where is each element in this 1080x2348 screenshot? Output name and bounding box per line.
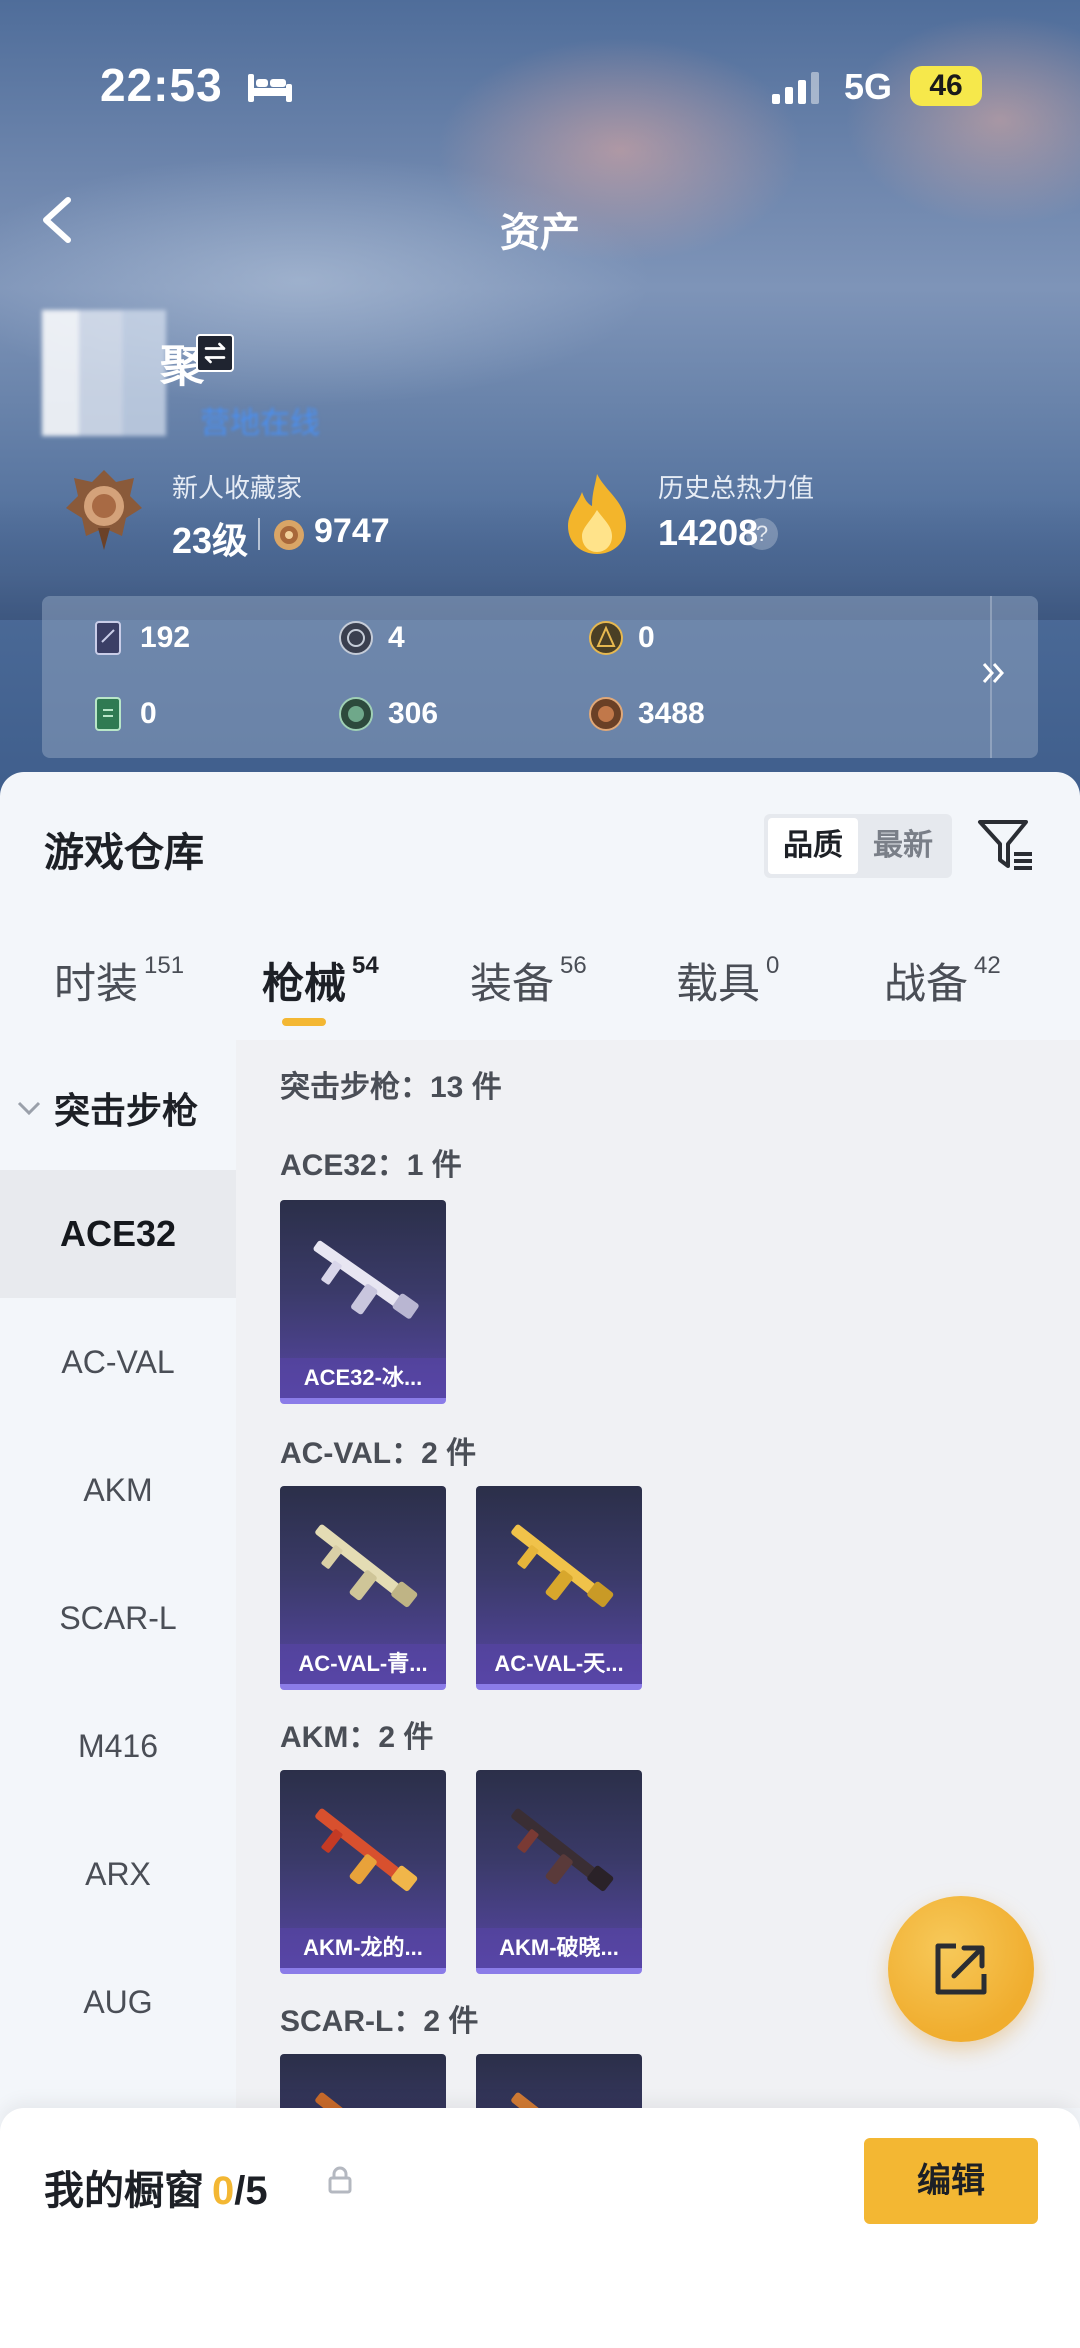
tab-vehicles[interactable]: 载具 0 — [676, 950, 779, 1010]
category-header[interactable]: 突击步枪 — [16, 1082, 198, 1134]
edit-button[interactable]: 编辑 — [864, 2138, 1038, 2224]
collection-coin-icon — [274, 520, 304, 550]
item-name: ACE32-冰... — [280, 1358, 446, 1398]
currency-item: 4 — [338, 618, 405, 658]
showcase-title: 我的橱窗 — [44, 2169, 204, 2213]
fire-icon — [568, 474, 626, 554]
item-name: AKM-龙的... — [280, 1928, 446, 1968]
category-item-arx[interactable]: ARX — [0, 1810, 236, 1938]
gold-coin-icon — [589, 621, 623, 655]
switch-account-icon[interactable] — [196, 334, 234, 372]
tab-label: 载具 — [676, 960, 761, 1007]
help-icon[interactable]: ? — [746, 518, 778, 550]
filter-icon[interactable] — [976, 816, 1034, 872]
item-name: AC-VAL-天... — [476, 1644, 642, 1684]
currency-value: 3488 — [638, 697, 705, 730]
rank-points: 9747 — [314, 512, 390, 550]
tab-count: 54 — [352, 952, 379, 979]
tab-weapons[interactable]: 枪械 54 — [262, 950, 379, 1010]
category-item-m416[interactable]: M416 — [0, 1682, 236, 1810]
tab-indicator — [282, 1018, 326, 1026]
currency-panel[interactable] — [42, 596, 1038, 758]
currency-value: 0 — [140, 697, 157, 730]
currency-item: 3488 — [588, 694, 705, 734]
tab-label: 时装 — [54, 960, 139, 1007]
rifle-icon — [315, 1808, 418, 1892]
item-card[interactable]: ACE32-冰... — [280, 1200, 446, 1404]
tab-equipment[interactable]: 装备 56 — [470, 950, 587, 1010]
sort-quality-button[interactable]: 品质 — [768, 818, 858, 874]
item-card[interactable]: AKM-龙的... — [280, 1770, 446, 1974]
battery-indicator: 46 — [910, 66, 982, 106]
currency-value: 0 — [638, 621, 655, 654]
tab-label: 装备 — [470, 960, 555, 1007]
category-item-akm[interactable]: AKM — [0, 1426, 236, 1554]
lock-icon — [328, 2166, 352, 2194]
tab-count: 0 — [766, 952, 780, 979]
tab-count: 151 — [144, 952, 185, 979]
currency-value: 192 — [140, 621, 191, 654]
section-label: AKM：2 件 — [280, 1721, 434, 1754]
green-coin-icon — [339, 697, 373, 731]
share-icon — [935, 1943, 987, 1995]
warehouse-title: 游戏仓库 — [44, 831, 204, 875]
sort-toggle: 品质 最新 — [764, 814, 952, 878]
section-label: AC-VAL：2 件 — [280, 1437, 477, 1470]
rifle-icon — [313, 1240, 419, 1319]
currency-item: 192 — [90, 618, 190, 658]
rifle-icon — [315, 1524, 418, 1608]
tab-count: 56 — [560, 952, 587, 979]
page-title: 资产 — [500, 211, 580, 255]
item-name: AC-VAL-青... — [280, 1644, 446, 1684]
category-header-label: 突击步枪 — [54, 1090, 199, 1131]
heat-title: 历史总热力值 — [658, 473, 815, 503]
sort-newest-button[interactable]: 最新 — [858, 818, 948, 874]
bronze-coin-icon — [589, 697, 623, 731]
currency-item: 0 — [588, 618, 655, 658]
silver-coin-icon — [339, 621, 373, 655]
rifle-icon — [511, 1808, 614, 1892]
rifle-icon — [511, 1524, 614, 1608]
tab-fashion[interactable]: 时装 151 — [54, 950, 184, 1010]
currency-value: 306 — [388, 697, 439, 730]
currency-item: 0 — [90, 694, 157, 734]
chevron-down-icon — [17, 1101, 41, 1116]
showcase-current: 0 — [212, 2169, 235, 2213]
item-card[interactable]: AC-VAL-天... — [476, 1486, 642, 1690]
currency-item: 306 — [338, 694, 438, 734]
item-card[interactable]: AC-VAL-青... — [280, 1486, 446, 1690]
avatar — [42, 310, 166, 436]
tab-supplies[interactable]: 战备 42 — [884, 950, 1001, 1010]
share-button[interactable] — [888, 1896, 1034, 2042]
bed-icon — [248, 74, 292, 102]
status-time: 22:53 — [100, 59, 223, 111]
rank-divider — [258, 518, 260, 550]
tab-label: 战备 — [884, 960, 969, 1007]
signal-icon — [772, 72, 819, 104]
heat-value: 14208 — [658, 512, 759, 553]
double-chevron-right-icon[interactable] — [978, 658, 1008, 688]
rank-badge-icon — [66, 470, 142, 550]
rank-title: 新人收藏家 — [172, 473, 303, 503]
section-label: SCAR-L：2 件 — [280, 2005, 479, 2038]
currency-value: 4 — [388, 621, 405, 654]
item-name: AKM-破晓... — [476, 1928, 642, 1968]
section-label: ACE32：1 件 — [280, 1149, 462, 1182]
category-item-ace32[interactable]: ACE32 — [0, 1170, 236, 1298]
tab-label: 枪械 — [262, 960, 347, 1007]
category-summary: 突击步枪：13 件 — [280, 1071, 502, 1104]
network-label: 5G — [844, 66, 893, 107]
rank-level: 23级 — [172, 520, 249, 561]
showcase-label: 我的橱窗 0 /5 — [44, 2158, 268, 2216]
category-item-scar-l[interactable]: SCAR-L — [0, 1554, 236, 1682]
category-item-aug[interactable]: AUG — [0, 1938, 236, 2066]
item-card[interactable]: AKM-破晓... — [476, 1770, 642, 1974]
showcase-total: /5 — [234, 2169, 268, 2213]
card-icon — [95, 621, 121, 655]
online-status: 营地在线 — [200, 407, 320, 440]
tab-count: 42 — [974, 952, 1001, 979]
ticket-icon — [95, 697, 121, 731]
category-item-ac-val[interactable]: AC-VAL — [0, 1298, 236, 1426]
